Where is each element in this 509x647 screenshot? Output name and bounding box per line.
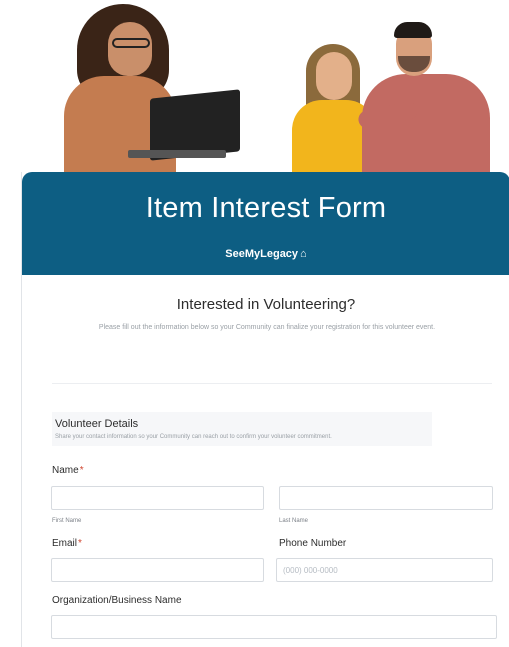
- man-smiling: [362, 74, 490, 180]
- man-hair: [394, 22, 432, 38]
- laptop-base: [128, 150, 226, 158]
- brand-logo: SeeMyLegacy ⌂: [22, 248, 509, 260]
- divider: [52, 383, 492, 384]
- name-label-text: Name: [52, 465, 79, 476]
- woman-face: [108, 22, 152, 76]
- form-title: Item Interest Form: [145, 192, 387, 224]
- name-label: Name*: [52, 465, 84, 476]
- last-name-input[interactable]: [279, 486, 493, 510]
- intro-description: Please fill out the information below so…: [98, 324, 436, 331]
- hero-image: [0, 0, 509, 180]
- required-mark: *: [79, 465, 84, 476]
- section-title: Volunteer Details: [55, 418, 139, 430]
- form-banner: Item Interest Form SeeMyLegacy ⌂: [22, 172, 509, 275]
- glasses-icon: [112, 38, 150, 48]
- email-input[interactable]: [51, 558, 264, 582]
- house-icon: ⌂: [300, 248, 307, 260]
- phone-label: Phone Number: [279, 538, 347, 549]
- phone-input[interactable]: (000) 000-0000: [276, 558, 493, 582]
- section-subtitle: Share your contact information so your C…: [55, 434, 332, 440]
- email-label: Email*: [52, 538, 82, 549]
- first-name-sublabel: First Name: [52, 518, 82, 524]
- brand-name: SeeMyLegacy: [225, 248, 299, 260]
- required-mark: *: [78, 538, 82, 549]
- organization-label: Organization/Business Name: [52, 595, 182, 606]
- form-card: Item Interest Form SeeMyLegacy ⌂ Interest…: [21, 172, 509, 647]
- first-name-input[interactable]: [51, 486, 264, 510]
- last-name-sublabel: Last Name: [279, 518, 309, 524]
- email-label-text: Email: [52, 538, 78, 549]
- section-header: Volunteer Details Share your contact inf…: [52, 412, 432, 446]
- woman-pointing-face: [316, 52, 352, 100]
- organization-input[interactable]: [51, 615, 497, 639]
- intro-title: Interested in Volunteering?: [176, 296, 356, 313]
